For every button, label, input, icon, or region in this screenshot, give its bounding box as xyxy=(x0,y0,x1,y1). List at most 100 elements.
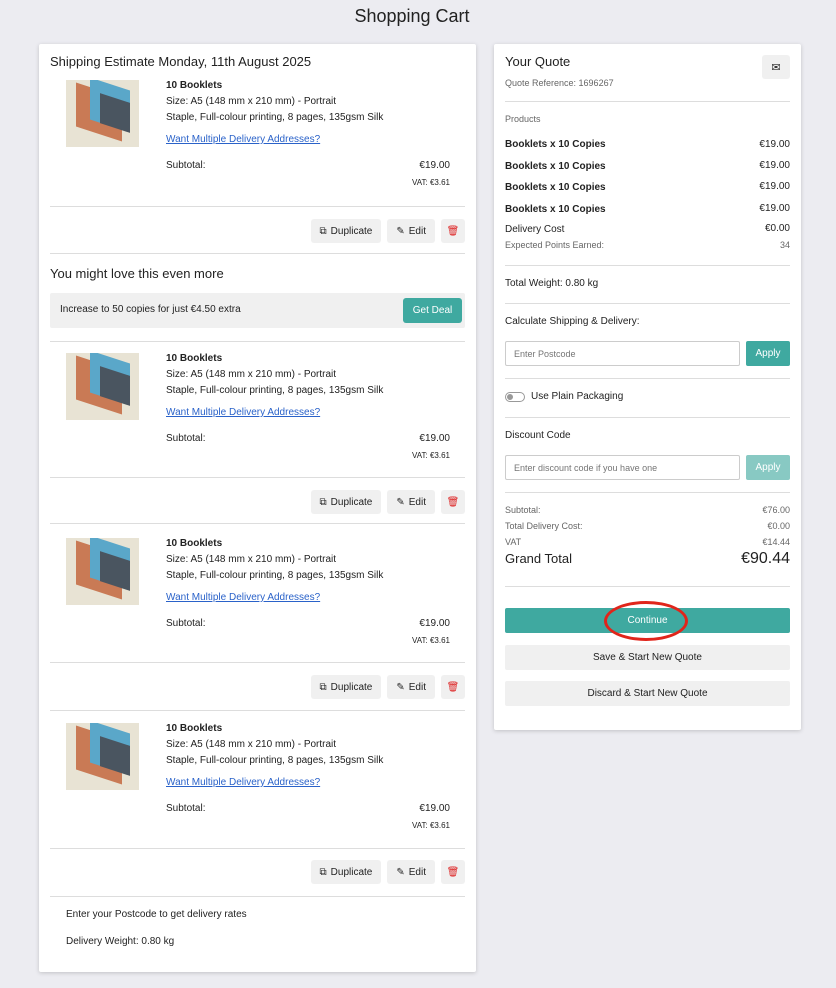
subtotal-label: Subtotal: xyxy=(166,433,206,444)
item-actions: ⧉ Duplicate ✎ Edit 🗑 xyxy=(310,490,465,514)
divider xyxy=(505,265,790,266)
item-actions: ⧉ Duplicate ✎ Edit 🗑 xyxy=(310,219,465,243)
subtotal-value: €76.00 xyxy=(762,505,790,515)
duplicate-button[interactable]: ⧉ Duplicate xyxy=(310,675,382,699)
vat-value: VAT: €3.61 xyxy=(412,451,450,460)
cart-item: 10 Booklets Size: A5 (148 mm x 210 mm) -… xyxy=(50,80,465,215)
delivery-weight: Delivery Weight: 0.80 kg xyxy=(66,936,175,947)
trash-icon: 🗑 xyxy=(446,225,460,237)
points-label: Expected Points Earned: xyxy=(505,240,605,250)
edit-label: Edit xyxy=(408,496,426,508)
edit-icon: ✎ xyxy=(396,225,405,237)
duplicate-button[interactable]: ⧉ Duplicate xyxy=(310,490,382,514)
item-spec: Staple, Full-colour printing, 8 pages, 1… xyxy=(166,385,384,396)
vat-label: VAT xyxy=(505,537,522,547)
item-size: Size: A5 (148 mm x 210 mm) - Portrait xyxy=(166,369,337,380)
product-price: €19.00 xyxy=(759,203,790,214)
total-weight: Total Weight: 0.80 kg xyxy=(505,278,599,289)
trash-icon: 🗑 xyxy=(446,681,460,693)
item-size: Size: A5 (148 mm x 210 mm) - Portrait xyxy=(166,96,337,107)
duplicate-icon: ⧉ xyxy=(319,681,327,693)
trash-icon: 🗑 xyxy=(446,496,460,508)
duplicate-label: Duplicate xyxy=(330,225,373,237)
delete-button[interactable]: 🗑 xyxy=(441,860,465,884)
delivery-total-row: Total Delivery Cost: €0.00 xyxy=(505,521,790,531)
discount-label: Discount Code xyxy=(505,430,571,441)
product-thumbnail xyxy=(66,723,139,790)
plain-packaging-toggle[interactable] xyxy=(505,392,525,402)
delete-button[interactable]: 🗑 xyxy=(441,490,465,514)
item-name: 10 Booklets xyxy=(166,538,223,549)
edit-label: Edit xyxy=(408,866,426,878)
discount-apply-button[interactable]: Apply xyxy=(746,455,790,480)
trash-icon: 🗑 xyxy=(446,866,460,878)
email-quote-button[interactable]: ✉ xyxy=(762,55,790,79)
divider xyxy=(50,253,465,254)
upsell-bar: Increase to 50 copies for just €4.50 ext… xyxy=(50,293,465,328)
divider xyxy=(50,848,465,849)
grand-total-value: €90.44 xyxy=(741,550,790,567)
shipping-estimate: Shipping Estimate Monday, 11th August 20… xyxy=(50,54,312,69)
upsell-text: Increase to 50 copies for just €4.50 ext… xyxy=(60,304,241,315)
edit-button[interactable]: ✎ Edit xyxy=(387,860,435,884)
subtotal-value: €19.00 xyxy=(419,433,450,444)
edit-button[interactable]: ✎ Edit xyxy=(387,219,435,243)
cart-panel: Shipping Estimate Monday, 11th August 20… xyxy=(39,44,476,972)
multiple-addresses-link[interactable]: Want Multiple Delivery Addresses? xyxy=(166,777,320,788)
delete-button[interactable]: 🗑 xyxy=(441,219,465,243)
divider xyxy=(505,303,790,304)
subtotal-label: Subtotal: xyxy=(166,803,206,814)
discard-new-quote-button[interactable]: Discard & Start New Quote xyxy=(505,681,790,706)
vat-row: VAT €14.44 xyxy=(505,537,790,547)
shipping-label: Calculate Shipping & Delivery: xyxy=(505,316,640,327)
edit-button[interactable]: ✎ Edit xyxy=(387,490,435,514)
divider xyxy=(50,523,465,524)
subtotal-value: €19.00 xyxy=(419,618,450,629)
duplicate-label: Duplicate xyxy=(330,496,373,508)
grand-total-label: Grand Total xyxy=(505,551,572,566)
postcode-input[interactable] xyxy=(505,341,740,366)
divider xyxy=(50,206,465,207)
product-thumbnail xyxy=(66,538,139,605)
product-line: Booklets x 10 Copies xyxy=(505,204,606,215)
divider xyxy=(505,101,790,102)
continue-button[interactable]: Continue xyxy=(505,608,790,633)
save-new-quote-button[interactable]: Save & Start New Quote xyxy=(505,645,790,670)
subtotal-label: Subtotal: xyxy=(166,618,206,629)
subtotal-value: €19.00 xyxy=(419,803,450,814)
duplicate-button[interactable]: ⧉ Duplicate xyxy=(310,860,382,884)
multiple-addresses-link[interactable]: Want Multiple Delivery Addresses? xyxy=(166,407,320,418)
envelope-icon: ✉ xyxy=(771,61,781,74)
postcode-apply-button[interactable]: Apply xyxy=(746,341,790,366)
quote-panel: Your Quote Quote Reference: 1696267 ✉ Pr… xyxy=(494,44,801,730)
postcode-note: Enter your Postcode to get delivery rate… xyxy=(66,909,247,920)
subtotal-label: Subtotal: xyxy=(505,505,541,515)
delete-button[interactable]: 🗑 xyxy=(441,675,465,699)
vat-value: VAT: €3.61 xyxy=(412,178,450,187)
item-spec: Staple, Full-colour printing, 8 pages, 1… xyxy=(166,570,384,581)
item-name: 10 Booklets xyxy=(166,80,223,91)
item-size: Size: A5 (148 mm x 210 mm) - Portrait xyxy=(166,554,337,565)
duplicate-icon: ⧉ xyxy=(319,866,327,878)
divider xyxy=(50,710,465,711)
duplicate-button[interactable]: ⧉ Duplicate xyxy=(310,219,382,243)
divider xyxy=(505,417,790,418)
divider xyxy=(50,341,465,342)
product-thumbnail xyxy=(66,353,139,420)
multiple-addresses-link[interactable]: Want Multiple Delivery Addresses? xyxy=(166,134,320,145)
get-deal-button[interactable]: Get Deal xyxy=(403,298,462,323)
products-label: Products xyxy=(505,114,541,124)
discount-input[interactable] xyxy=(505,455,740,480)
divider xyxy=(50,477,465,478)
divider xyxy=(505,378,790,379)
subtotal-value: €19.00 xyxy=(419,160,450,171)
quote-reference: Quote Reference: 1696267 xyxy=(505,78,614,88)
plain-packaging-label: Use Plain Packaging xyxy=(531,391,624,402)
product-price: €19.00 xyxy=(759,139,790,150)
multiple-addresses-link[interactable]: Want Multiple Delivery Addresses? xyxy=(166,592,320,603)
vat-value: VAT: €3.61 xyxy=(412,821,450,830)
edit-icon: ✎ xyxy=(396,496,405,508)
item-spec: Staple, Full-colour printing, 8 pages, 1… xyxy=(166,112,384,123)
edit-button[interactable]: ✎ Edit xyxy=(387,675,435,699)
delivery-cost-label: Delivery Cost xyxy=(505,224,565,235)
